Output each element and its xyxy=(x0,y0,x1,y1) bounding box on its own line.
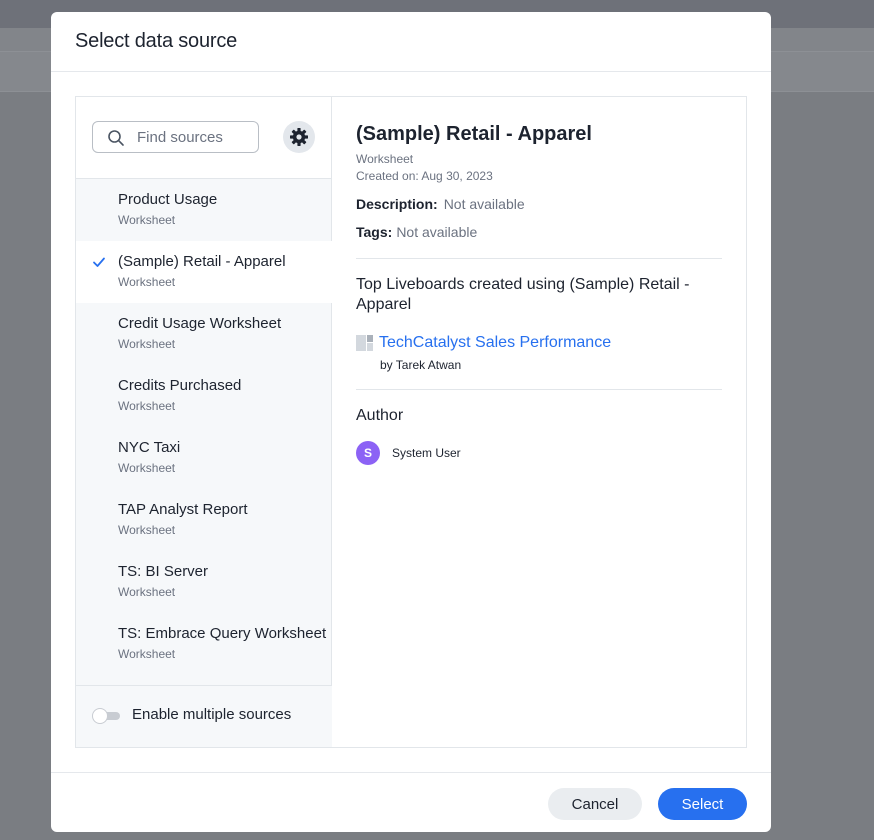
source-type: Worksheet xyxy=(118,523,176,537)
details-tags: Tags: Not available xyxy=(356,223,722,241)
description-label: Description: xyxy=(356,196,438,212)
multiple-sources-row: Enable multiple sources xyxy=(76,685,332,747)
source-name: Credit Usage Worksheet xyxy=(118,315,282,332)
source-type: Worksheet xyxy=(118,399,176,413)
source-name: TS: Embrace Query Worksheet xyxy=(118,625,327,642)
source-name: Credits Purchased xyxy=(118,377,242,394)
modal-header: Select data source xyxy=(51,12,771,72)
search-icon xyxy=(108,130,124,146)
source-details-pane: (Sample) Retail - Apparel Worksheet Crea… xyxy=(332,97,746,747)
source-type: Worksheet xyxy=(118,337,176,351)
source-item[interactable]: NYC Taxi Worksheet xyxy=(76,427,332,489)
check-icon xyxy=(93,257,105,267)
source-name: NYC Taxi xyxy=(118,439,181,456)
source-name: (Sample) Retail - Apparel xyxy=(118,253,286,270)
source-item[interactable]: Product Usage Worksheet xyxy=(76,179,332,241)
liveboard-entry: TechCatalyst Sales Performance by Tarek … xyxy=(356,334,722,372)
divider xyxy=(356,258,722,259)
liveboards-heading: Top Liveboards created using (Sample) Re… xyxy=(356,276,690,313)
cancel-button[interactable]: Cancel xyxy=(548,788,642,820)
liveboard-link[interactable]: TechCatalyst Sales Performance xyxy=(379,334,611,352)
source-type: Worksheet xyxy=(118,213,176,227)
select-button[interactable]: Select xyxy=(658,788,747,820)
description-value: Not available xyxy=(443,196,525,212)
source-item[interactable]: TS: BI Server Worksheet xyxy=(76,551,332,613)
source-item[interactable]: TAP Analyst Report Worksheet xyxy=(76,489,332,551)
source-type: Worksheet xyxy=(118,461,176,475)
details-created: Created on: Aug 30, 2023 xyxy=(356,169,493,183)
source-name: Product Usage xyxy=(118,191,218,208)
gear-icon xyxy=(290,128,308,146)
source-list: Product Usage Worksheet (Sample) Retail … xyxy=(76,179,346,675)
settings-button[interactable] xyxy=(283,121,315,153)
source-panel: Product Usage Worksheet (Sample) Retail … xyxy=(75,96,747,748)
details-description: Description: Not available xyxy=(356,195,722,213)
author-row: S System User xyxy=(356,441,722,465)
tags-value: Not available xyxy=(396,224,478,240)
search-input[interactable] xyxy=(137,122,255,152)
liveboard-author: by Tarek Atwan xyxy=(380,358,462,372)
search-row xyxy=(76,97,331,179)
tags-label: Tags: xyxy=(356,224,393,240)
source-item[interactable]: Credits Purchased Worksheet xyxy=(76,365,332,427)
avatar: S xyxy=(356,441,380,465)
author-name: System User xyxy=(392,446,461,460)
source-list-pane: Product Usage Worksheet (Sample) Retail … xyxy=(76,97,346,747)
multiple-sources-toggle[interactable] xyxy=(92,708,120,724)
source-type: Worksheet xyxy=(118,275,176,289)
details-type: Worksheet xyxy=(356,152,414,166)
source-type: Worksheet xyxy=(118,647,176,661)
modal-title: Select data source xyxy=(75,30,238,52)
source-item[interactable]: TS: Embrace Query Worksheet Worksheet xyxy=(76,613,332,675)
modal-footer: Cancel Select xyxy=(51,772,771,832)
select-data-source-modal: Select data source Find sources Product … xyxy=(51,12,771,832)
source-name: TAP Analyst Report xyxy=(118,501,248,518)
source-item[interactable]: Credit Usage Worksheet Worksheet xyxy=(76,303,332,365)
source-name: TS: BI Server xyxy=(118,563,209,580)
multiple-sources-label: Enable multiple sources xyxy=(132,706,292,723)
divider xyxy=(356,389,722,390)
details-title: (Sample) Retail - Apparel xyxy=(356,123,592,145)
source-item-selected[interactable]: (Sample) Retail - Apparel Worksheet xyxy=(76,241,346,303)
liveboard-row: TechCatalyst Sales Performance xyxy=(356,334,722,352)
source-type: Worksheet xyxy=(118,585,176,599)
author-heading: Author xyxy=(356,407,404,424)
search-box[interactable] xyxy=(92,121,259,153)
toggle-knob xyxy=(92,708,108,724)
liveboard-icon xyxy=(356,335,373,351)
